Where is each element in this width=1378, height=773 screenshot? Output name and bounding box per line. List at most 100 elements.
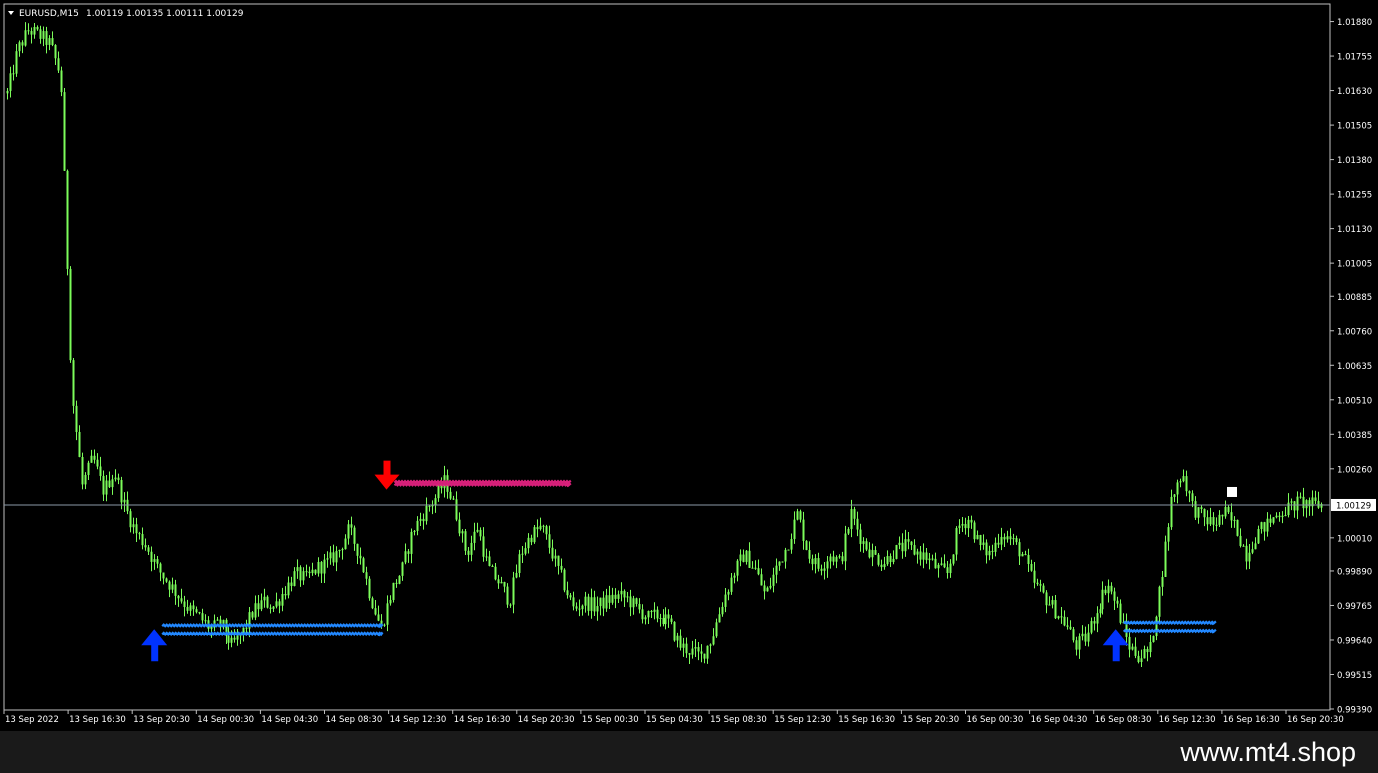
candle-body — [1036, 582, 1039, 585]
price-marker — [1227, 486, 1237, 497]
candle-body — [703, 653, 706, 659]
candle-body — [694, 647, 697, 649]
candle-body — [84, 474, 87, 485]
candle-body — [760, 574, 763, 586]
candle-body — [928, 558, 931, 561]
x-tick-label: 16 Sep 20:30 — [1287, 715, 1344, 725]
candle-body — [129, 511, 132, 528]
y-tick-label: 1.00010 — [1337, 534, 1372, 544]
candle-body — [623, 590, 626, 598]
candle-body — [401, 562, 404, 576]
candle-body — [1033, 570, 1036, 583]
candle-body — [204, 620, 207, 622]
candle-body — [970, 519, 973, 523]
candle-body — [1269, 518, 1272, 523]
candle-body — [410, 531, 413, 554]
x-tick-label: 16 Sep 04:30 — [1031, 715, 1088, 725]
x-tick-label: 13 Sep 2022 — [5, 715, 59, 725]
candle-body — [907, 539, 910, 542]
candle-body — [1203, 508, 1206, 518]
candle-body — [168, 581, 171, 590]
x-tick-label: 15 Sep 04:30 — [646, 715, 703, 725]
candle-body — [530, 537, 533, 543]
candle-body — [1242, 545, 1245, 547]
candle-body — [186, 607, 189, 611]
candle-body — [1290, 501, 1293, 503]
candle-body — [1278, 515, 1281, 518]
candle-body — [1275, 515, 1278, 518]
candle-body — [123, 499, 126, 503]
candle-body — [775, 565, 778, 575]
candle-body — [844, 533, 847, 562]
candle-body — [470, 542, 473, 555]
candle-body — [461, 531, 464, 534]
x-tick-label: 13 Sep 16:30 — [69, 715, 126, 725]
candle-body — [156, 559, 159, 564]
price-axis[interactable]: 1.01880 1.01755 1.01630 1.01505 1.01380 1.012… — [1330, 18, 1376, 716]
candle-body — [174, 584, 177, 596]
candle-body — [386, 603, 389, 625]
candle-body — [1170, 496, 1173, 528]
candle-body — [108, 480, 111, 488]
candle-body — [572, 597, 575, 607]
candle-body — [653, 609, 656, 612]
x-tick-label: 16 Sep 16:30 — [1223, 715, 1280, 725]
candle-body — [189, 605, 192, 611]
candle-body — [560, 565, 563, 570]
candle-body — [620, 590, 623, 595]
candle-body — [659, 617, 662, 619]
candle-body — [254, 603, 257, 618]
candle-body — [838, 556, 841, 558]
candle-body — [1233, 519, 1236, 521]
candle-body — [506, 586, 509, 605]
candle-body — [1227, 506, 1230, 513]
candle-body — [338, 549, 341, 552]
candle-body — [769, 585, 772, 588]
candle-body — [997, 542, 1000, 545]
candle-body — [590, 597, 593, 611]
candle-body — [1263, 522, 1266, 532]
y-tick-label: 1.01130 — [1337, 225, 1372, 235]
candle-body — [904, 539, 907, 552]
candle-body — [87, 462, 90, 475]
candle-body — [784, 549, 787, 562]
candle-body — [898, 542, 901, 546]
candle-body — [1101, 589, 1104, 610]
candle-body — [18, 42, 21, 52]
candle-body — [712, 636, 715, 645]
x-tick-label: 15 Sep 00:30 — [582, 715, 639, 725]
candle-body — [1281, 515, 1284, 518]
candle-body — [802, 519, 805, 541]
candle-body — [12, 73, 15, 75]
candle-body — [473, 531, 476, 543]
candle-body — [790, 539, 793, 550]
price-chart[interactable]: 1.01880 1.01755 1.01630 1.01505 1.01380 1.012… — [0, 0, 1378, 731]
candle-body — [1164, 541, 1167, 577]
candle-body — [66, 170, 69, 269]
y-tick-label: 1.00260 — [1337, 465, 1372, 475]
candle-body — [826, 561, 829, 569]
candle-body — [392, 582, 395, 600]
candle-body — [892, 558, 895, 563]
candle-body — [1161, 576, 1164, 587]
candle-body — [296, 567, 299, 572]
candle-body — [1257, 529, 1260, 544]
candle-body — [673, 621, 676, 641]
candle-body — [1012, 538, 1015, 540]
candle-body — [793, 519, 796, 540]
candle-body — [365, 572, 368, 579]
candle-body — [1209, 517, 1212, 525]
chart-window[interactable]: 1.01880 1.01755 1.01630 1.01505 1.01380 1.012… — [0, 0, 1378, 773]
candle-body — [1110, 585, 1113, 592]
candle-body — [314, 569, 317, 574]
candle-body — [518, 554, 521, 573]
candle-body — [922, 552, 925, 560]
candle-body — [1239, 535, 1242, 546]
y-tick-label: 1.00885 — [1337, 293, 1372, 303]
candle-body — [1131, 646, 1134, 650]
candle-body — [111, 479, 114, 488]
candle-body — [1140, 658, 1143, 663]
candle-body — [781, 561, 784, 563]
candle-body — [278, 601, 281, 606]
candle-body — [437, 485, 440, 499]
